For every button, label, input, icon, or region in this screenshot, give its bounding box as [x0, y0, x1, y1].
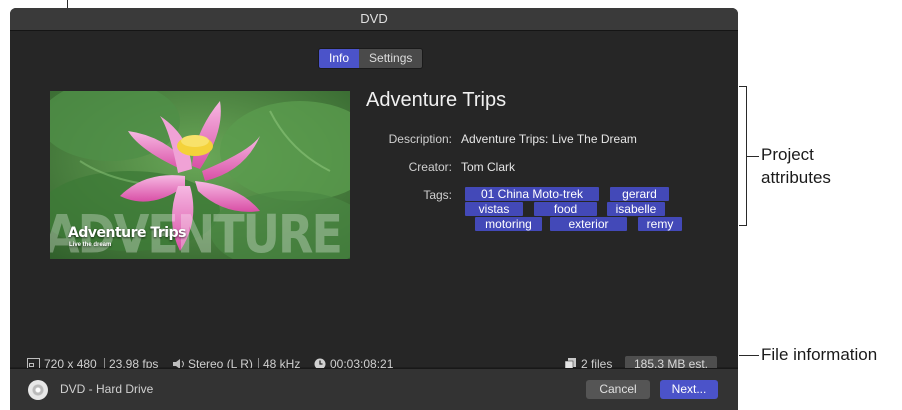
- tab-info[interactable]: Info: [319, 49, 360, 68]
- thumbnail-subtitle: Live the dream: [69, 242, 112, 248]
- destination-label: DVD - Hard Drive: [60, 382, 154, 396]
- dialog-footer: DVD - Hard Drive Cancel Next...: [10, 368, 738, 410]
- tags-label: Tags:: [423, 188, 452, 202]
- annotation-project-attributes-line2: attributes: [761, 168, 831, 187]
- next-button[interactable]: Next...: [660, 380, 718, 399]
- tag-token[interactable]: isabelle: [607, 202, 665, 216]
- creator-value[interactable]: Tom Clark: [461, 160, 515, 174]
- annotation-file-information: File information: [761, 345, 878, 364]
- annotation-project-attributes-line1: Project: [761, 145, 814, 164]
- dialog-content: Info Settings ADVENTURE Adventure Trips …: [10, 31, 738, 372]
- project-title: Adventure Trips: [366, 89, 507, 111]
- dvd-share-dialog: DVD Info Settings ADVENTURE Adventure Tr…: [10, 8, 738, 410]
- file-info-pointer: [739, 355, 759, 356]
- bracket-pointer: [747, 156, 759, 157]
- project-thumbnail: ADVENTURE TRIPS Adventure Trips Live the…: [50, 91, 350, 259]
- tag-token[interactable]: vistas: [465, 202, 523, 216]
- tab-bar: Info Settings: [318, 48, 424, 69]
- tag-token[interactable]: remy: [638, 217, 682, 231]
- tag-token[interactable]: gerard: [610, 187, 669, 201]
- tag-token[interactable]: food: [534, 202, 597, 216]
- cancel-button[interactable]: Cancel: [586, 380, 650, 399]
- description-label: Description:: [388, 132, 452, 146]
- tag-token[interactable]: motoring: [475, 217, 542, 231]
- tab-settings[interactable]: Settings: [359, 49, 423, 68]
- tag-token[interactable]: exterior: [550, 217, 627, 231]
- creator-label: Creator:: [408, 160, 452, 174]
- dvd-disc-icon: [28, 380, 48, 400]
- tags-field[interactable]: 01 China Moto-trek gerard vistas food is…: [465, 187, 685, 237]
- bracket-bottom: [739, 225, 747, 226]
- thumbnail-title: Adventure Trips: [68, 225, 186, 241]
- window-title: DVD: [10, 8, 738, 31]
- description-value[interactable]: Adventure Trips: Live The Dream: [461, 132, 637, 146]
- tag-token[interactable]: 01 China Moto-trek: [465, 187, 599, 201]
